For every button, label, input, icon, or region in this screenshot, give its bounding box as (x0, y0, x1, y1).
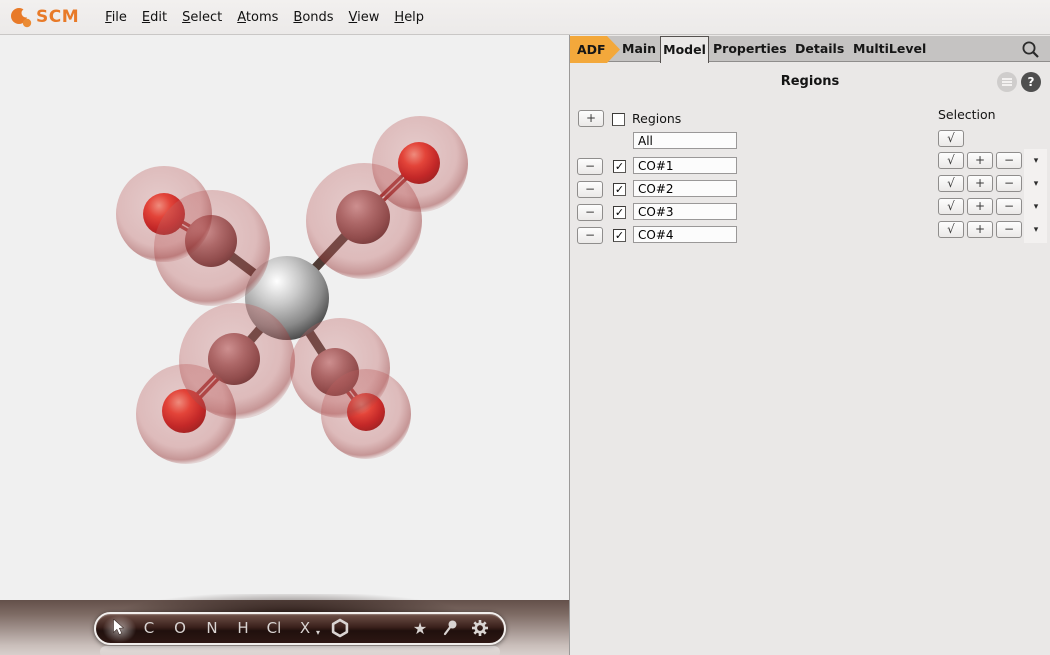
tab-bar: ADF Main Model Properties Details MultiL… (570, 36, 1050, 62)
remove-region-button[interactable]: − (577, 204, 603, 221)
scm-logo-icon (8, 4, 34, 30)
menu-atoms[interactable]: Atoms (237, 10, 278, 25)
menu-lines-icon (1002, 78, 1012, 80)
menu-edit[interactable]: Edit (142, 10, 167, 25)
add-to-selection-button[interactable]: + (967, 221, 993, 238)
menu-items: File Edit Select Atoms Bonds View Help (105, 10, 424, 25)
tab-main[interactable]: Main (622, 36, 656, 62)
menu-bonds[interactable]: Bonds (293, 10, 333, 25)
remove-from-selection-button[interactable]: − (996, 221, 1022, 238)
tab-multilevel[interactable]: MultiLevel (853, 36, 926, 62)
add-to-selection-button[interactable]: + (967, 198, 993, 215)
tab-adf[interactable]: ADF (570, 36, 620, 63)
gear-icon (470, 618, 490, 638)
element-c-button[interactable]: C (144, 614, 154, 643)
element-n-button[interactable]: N (206, 614, 217, 643)
region-checkbox-co4[interactable]: ✓ (613, 229, 626, 242)
select-all-button[interactable]: √ (938, 130, 964, 147)
toolbar-reflection (100, 646, 500, 655)
adf-input-window: SCM File Edit Select Atoms Bonds View He… (0, 0, 1050, 655)
menu-help[interactable]: Help (394, 10, 424, 25)
logo-text: SCM (36, 7, 79, 27)
tab-details[interactable]: Details (795, 36, 844, 62)
element-cl-button[interactable]: Cl (267, 614, 282, 643)
regions-group-checkbox[interactable] (612, 113, 625, 126)
panel-title: Regions (570, 74, 1050, 89)
search-button[interactable] (1020, 39, 1042, 61)
remove-region-button[interactable]: − (577, 227, 603, 244)
select-region-button[interactable]: √ (938, 175, 964, 192)
element-h-button[interactable]: H (237, 614, 248, 643)
settings-tool-button[interactable] (470, 614, 490, 643)
select-cursor-tool[interactable] (113, 614, 126, 643)
region-checkbox-co2[interactable]: ✓ (613, 183, 626, 196)
element-o-button[interactable]: O (174, 614, 186, 643)
cursor-icon (113, 619, 126, 636)
menu-select[interactable]: Select (182, 10, 222, 25)
select-region-button[interactable]: √ (938, 198, 964, 215)
region-sphere (321, 369, 411, 459)
remove-from-selection-button[interactable]: − (996, 198, 1022, 215)
remove-from-selection-button[interactable]: − (996, 175, 1022, 192)
scm-logo: SCM (8, 4, 79, 30)
select-region-button[interactable]: √ (938, 221, 964, 238)
star-icon: ★ (413, 619, 427, 638)
pin-tool-button[interactable] (442, 614, 458, 643)
regions-group-label: Regions (632, 111, 681, 126)
region-name-field-co4[interactable] (633, 226, 737, 243)
region-sphere (136, 364, 236, 464)
selection-dropdown-arrow-icon[interactable]: ▾ (1030, 202, 1042, 212)
add-to-selection-button[interactable]: + (967, 175, 993, 192)
selection-dropdown-arrow-icon[interactable]: ▾ (1030, 179, 1042, 189)
add-region-button[interactable]: + (578, 110, 604, 127)
viewer-floor: C O N H Cl X ▾ ★ (0, 600, 569, 655)
menu-file[interactable]: File (105, 10, 127, 25)
molecule-viewer[interactable]: C O N H Cl X ▾ ★ (0, 35, 570, 655)
region-checkbox-co1[interactable]: ✓ (613, 160, 626, 173)
region-checkbox-co3[interactable]: ✓ (613, 206, 626, 219)
region-sphere (372, 116, 468, 212)
panel-menu-button[interactable] (997, 72, 1017, 92)
tab-properties[interactable]: Properties (713, 36, 787, 62)
hexagon-ring-icon (330, 618, 350, 638)
tab-model[interactable]: Model (660, 36, 709, 63)
selection-dropdown-arrow-icon[interactable]: ▾ (1030, 225, 1042, 235)
menu-view[interactable]: View (349, 10, 380, 25)
region-all-field[interactable] (633, 132, 737, 149)
ring-tool-button[interactable] (330, 614, 350, 643)
input-panel: ADF Main Model Properties Details MultiL… (570, 35, 1050, 655)
remove-from-selection-button[interactable]: − (996, 152, 1022, 169)
element-dropdown-arrow-icon[interactable]: ▾ (316, 618, 320, 647)
selection-dropdown-arrow-icon[interactable]: ▾ (1030, 156, 1042, 166)
select-region-button[interactable]: √ (938, 152, 964, 169)
remove-region-button[interactable]: − (577, 181, 603, 198)
menu-bar: SCM File Edit Select Atoms Bonds View He… (0, 0, 1050, 35)
search-icon (1020, 39, 1042, 61)
selection-label: Selection (938, 107, 996, 122)
region-name-field-co2[interactable] (633, 180, 737, 197)
remove-region-button[interactable]: − (577, 158, 603, 175)
element-toolbar: C O N H Cl X ▾ ★ (94, 612, 506, 645)
help-button[interactable]: ? (1021, 72, 1041, 92)
element-x-button[interactable]: X (300, 614, 310, 643)
region-name-field-co1[interactable] (633, 157, 737, 174)
molecule-canvas[interactable] (0, 35, 569, 655)
region-sphere (116, 166, 212, 262)
add-to-selection-button[interactable]: + (967, 152, 993, 169)
region-name-field-co3[interactable] (633, 203, 737, 220)
structure-tool-button[interactable]: ★ (413, 614, 427, 643)
pin-icon (442, 619, 458, 637)
